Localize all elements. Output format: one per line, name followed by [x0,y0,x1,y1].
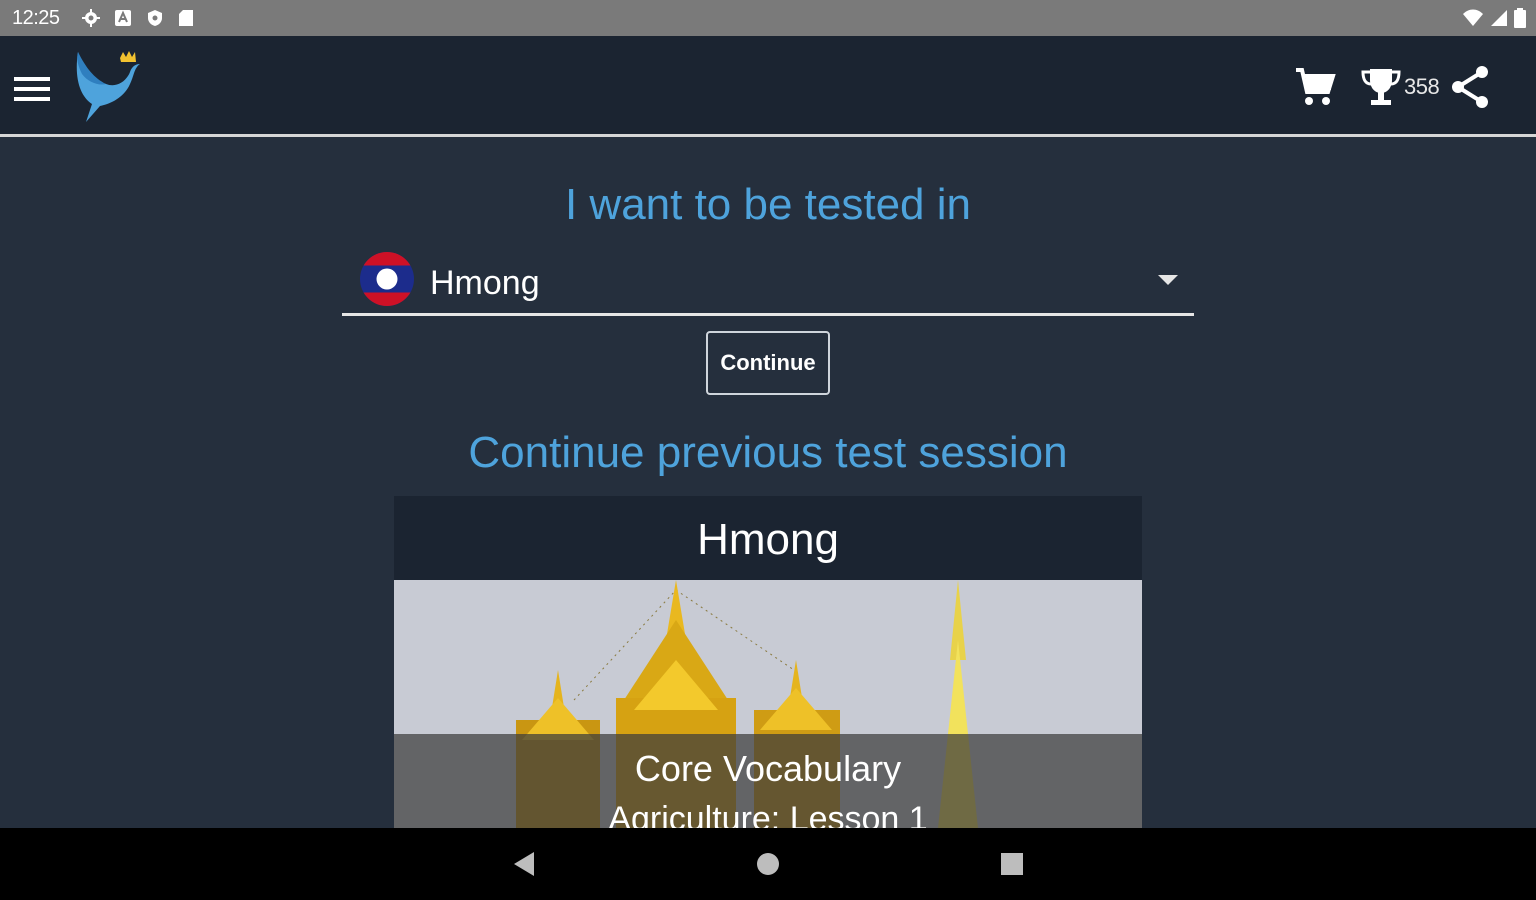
dropdown-caret-icon [1158,275,1178,285]
hamburger-menu-icon[interactable] [12,72,52,106]
status-icons-left [82,9,194,27]
selected-language: Hmong [430,264,540,302]
trophy-icon[interactable] [1360,66,1402,108]
status-time: 12:25 [12,7,60,29]
points-count: 358 [1404,74,1440,99]
back-triangle-icon[interactable] [502,842,546,886]
laos-flag-icon [360,252,414,306]
shopping-cart-icon[interactable] [1294,66,1336,108]
session-language: Hmong [394,496,1142,580]
wifi-icon [1463,9,1483,26]
sd-card-icon [179,10,193,26]
language-select[interactable]: Hmong [342,248,1194,316]
navigation-bar [0,828,1536,900]
shield-icon [148,10,162,26]
battery-icon [1514,8,1526,28]
signal-icon [1491,10,1507,26]
bird-logo-icon[interactable] [70,48,142,126]
session-title: Core Vocabulary [634,748,902,789]
notification-a-icon [115,10,131,26]
session-subtitle: Agriculture: Lesson 1 [608,800,928,828]
settings-icon [82,9,100,27]
previous-session-heading: Continue previous test session [468,428,1068,477]
test-language-heading: I want to be tested in [564,180,972,229]
share-icon[interactable] [1450,64,1492,110]
status-bar: 12:25 [0,0,1536,36]
status-icons-right [1462,8,1526,28]
home-circle-icon[interactable] [746,842,790,886]
recents-square-icon[interactable] [990,842,1034,886]
continue-button[interactable]: Continue [706,331,830,395]
app-bar-divider [0,134,1536,137]
previous-session-card[interactable]: Hmong Core Vocabulary Agriculture: Lesso… [394,496,1142,828]
